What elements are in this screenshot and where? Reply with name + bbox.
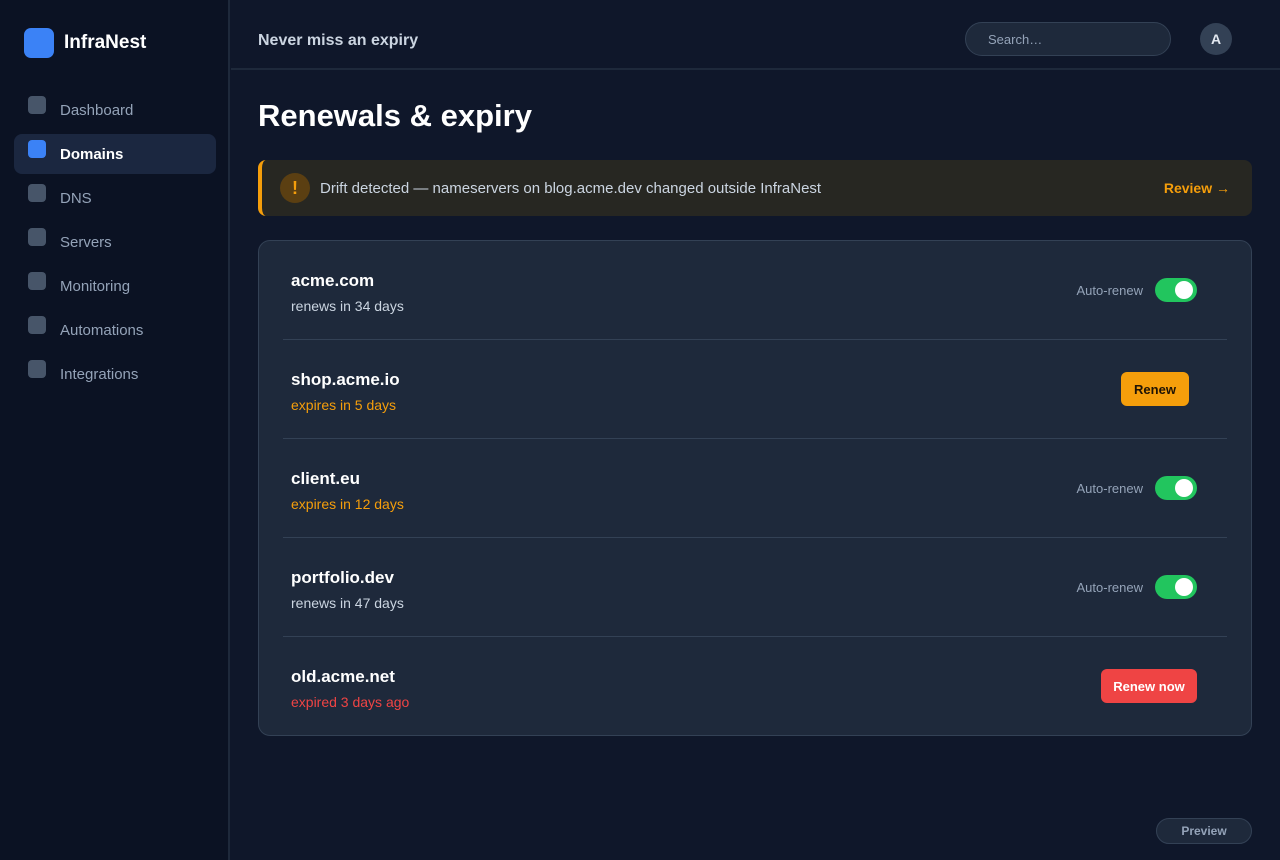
page-title: Renewals & expiry bbox=[258, 98, 532, 133]
domain-name[interactable]: portfolio.dev bbox=[291, 568, 394, 588]
renew-button[interactable]: Renew bbox=[1121, 372, 1189, 406]
brand-name: InfraNest bbox=[64, 32, 147, 53]
topbar: Never miss an expiry A bbox=[231, 0, 1280, 70]
auto-renew-toggle[interactable] bbox=[1155, 575, 1197, 599]
sidebar-item-domains[interactable]: Domains bbox=[14, 134, 216, 174]
warning-icon: ! bbox=[280, 173, 310, 203]
auto-renew-toggle[interactable] bbox=[1155, 476, 1197, 500]
sidebar-item-label: Monitoring bbox=[60, 277, 131, 295]
sidebar-item-label: Domains bbox=[60, 145, 124, 163]
automations-icon bbox=[28, 316, 46, 334]
sidebar-item-dashboard[interactable]: Dashboard bbox=[14, 90, 216, 130]
review-link[interactable]: Review → bbox=[1164, 180, 1230, 196]
sidebar-nav: Dashboard Domains DNS Servers Monitoring… bbox=[14, 90, 216, 398]
sidebar-item-label: Dashboard bbox=[60, 101, 134, 119]
tagline: Never miss an expiry bbox=[258, 32, 419, 49]
auto-renew-control: Auto-renew bbox=[1077, 575, 1197, 599]
domains-icon bbox=[28, 140, 46, 158]
domains-list: acme.com renews in 34 days Auto-renew sh… bbox=[258, 240, 1252, 736]
brand[interactable]: InfraNest bbox=[24, 28, 146, 58]
domain-row: portfolio.dev renews in 47 days Auto-ren… bbox=[283, 538, 1227, 637]
sidebar-item-label: Integrations bbox=[60, 365, 139, 383]
auto-renew-control: Auto-renew bbox=[1077, 476, 1197, 500]
auto-renew-toggle[interactable] bbox=[1155, 278, 1197, 302]
toggle-knob bbox=[1175, 578, 1193, 596]
domain-row: acme.com renews in 34 days Auto-renew bbox=[283, 241, 1227, 340]
sidebar-item-automations[interactable]: Automations bbox=[14, 310, 216, 350]
sidebar-item-label: Automations bbox=[60, 321, 144, 339]
domain-row: shop.acme.io expires in 5 days Renew bbox=[283, 340, 1227, 439]
dns-icon bbox=[28, 184, 46, 202]
domain-name[interactable]: old.acme.net bbox=[291, 667, 395, 687]
sidebar-item-monitoring[interactable]: Monitoring bbox=[14, 266, 216, 306]
dashboard-icon bbox=[28, 96, 46, 114]
domain-row: old.acme.net expired 3 days ago Renew no… bbox=[283, 637, 1227, 736]
domain-name[interactable]: client.eu bbox=[291, 469, 360, 489]
renew-now-button[interactable]: Renew now bbox=[1101, 669, 1197, 703]
integrations-icon bbox=[28, 360, 46, 378]
auto-renew-label: Auto-renew bbox=[1076, 282, 1143, 298]
domain-status: expires in 5 days bbox=[291, 397, 397, 413]
sidebar: InfraNest Dashboard Domains DNS Servers … bbox=[0, 0, 230, 860]
search-input[interactable] bbox=[965, 22, 1171, 56]
domain-status: expires in 12 days bbox=[291, 496, 404, 512]
sidebar-item-servers[interactable]: Servers bbox=[14, 222, 216, 262]
auto-renew-label: Auto-renew bbox=[1076, 480, 1143, 496]
domain-status: renews in 47 days bbox=[291, 595, 404, 611]
sidebar-item-dns[interactable]: DNS bbox=[14, 178, 216, 218]
domain-status: expired 3 days ago bbox=[291, 694, 410, 710]
domain-status: renews in 34 days bbox=[291, 298, 404, 314]
domain-name[interactable]: shop.acme.io bbox=[291, 370, 400, 390]
logo-icon bbox=[24, 28, 54, 58]
sidebar-item-label: DNS bbox=[60, 189, 92, 207]
auto-renew-control: Auto-renew bbox=[1077, 278, 1197, 302]
avatar[interactable]: A bbox=[1200, 23, 1232, 55]
drift-alert: ! Drift detected — nameservers on blog.a… bbox=[258, 160, 1252, 216]
domain-name[interactable]: acme.com bbox=[291, 271, 374, 291]
auto-renew-label: Auto-renew bbox=[1076, 579, 1143, 595]
servers-icon bbox=[28, 228, 46, 246]
alert-message: Drift detected — nameservers on blog.acm… bbox=[320, 180, 822, 197]
sidebar-item-integrations[interactable]: Integrations bbox=[14, 354, 216, 394]
toggle-knob bbox=[1175, 281, 1193, 299]
domain-row: client.eu expires in 12 days Auto-renew bbox=[283, 439, 1227, 538]
preview-button[interactable]: Preview bbox=[1156, 818, 1252, 844]
toggle-knob bbox=[1175, 479, 1193, 497]
monitoring-icon bbox=[28, 272, 46, 290]
sidebar-item-label: Servers bbox=[60, 233, 112, 251]
